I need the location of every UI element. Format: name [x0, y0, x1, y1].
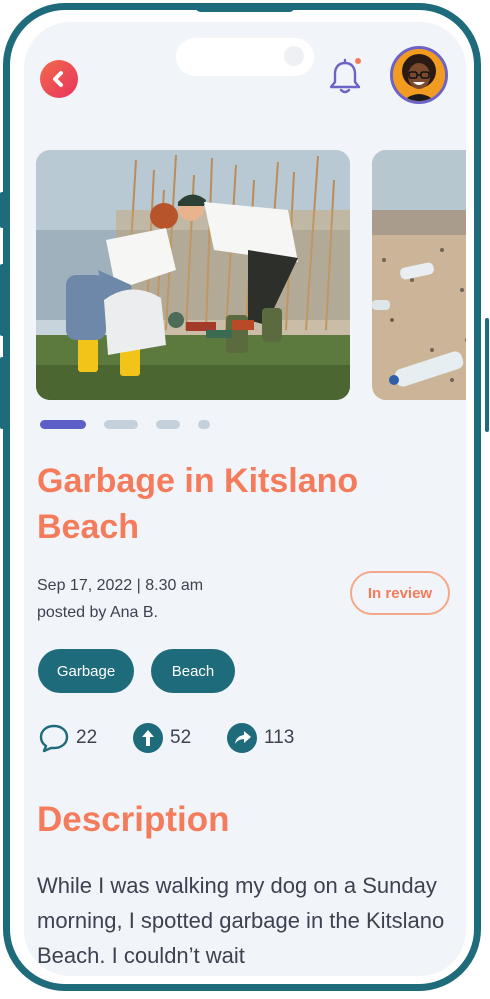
- speech-bubble-icon: [38, 722, 70, 754]
- carousel-dot[interactable]: [156, 420, 180, 429]
- carousel-image-volunteers[interactable]: [36, 150, 350, 400]
- tag-chip-garbage[interactable]: Garbage: [38, 649, 134, 693]
- post-author: posted by Ana B.: [37, 604, 158, 621]
- description-text: While I was walking my dog on a Sunday m…: [37, 873, 445, 968]
- tag-chip-beach[interactable]: Beach: [151, 649, 235, 693]
- device-side-button: [485, 318, 489, 432]
- description-heading: Description: [37, 800, 230, 839]
- arrow-up-icon: [132, 722, 164, 754]
- carousel-dot[interactable]: [198, 420, 210, 429]
- carousel-image-beach[interactable]: [372, 150, 466, 400]
- beach-litter-photo: [372, 150, 466, 400]
- share-arrow-icon: [226, 722, 258, 754]
- post-meta: Sep 17, 2022 | 8.30 am posted by Ana B.: [37, 572, 203, 626]
- post-title: Garbage in Kitslano Beach: [37, 462, 359, 546]
- shares-count: 113: [264, 727, 295, 748]
- image-carousel[interactable]: [36, 150, 466, 402]
- carousel-dot-active[interactable]: [40, 420, 86, 429]
- share-button[interactable]: 113: [226, 720, 294, 756]
- upvotes-count: 52: [170, 727, 192, 748]
- post-date: Sep 17, 2022 | 8.30 am: [37, 577, 204, 594]
- comments-button[interactable]: 22: [38, 720, 97, 756]
- cleanup-photo: [36, 150, 350, 400]
- user-portrait-icon: [393, 49, 445, 101]
- carousel-dot[interactable]: [104, 420, 138, 429]
- bell-icon: [329, 58, 361, 94]
- camera-dot: [284, 46, 304, 66]
- back-chevron-icon: [53, 71, 63, 87]
- status-badge: In review: [350, 571, 450, 615]
- notifications-button[interactable]: [327, 58, 363, 96]
- back-button[interactable]: [40, 60, 78, 98]
- avatar[interactable]: [390, 46, 448, 104]
- app-screen: Garbage in Kitslano Beach Sep 17, 2022 |…: [24, 22, 466, 976]
- device-speaker: [195, 3, 295, 12]
- comments-count: 22: [76, 727, 98, 748]
- upvote-button[interactable]: 52: [132, 720, 191, 756]
